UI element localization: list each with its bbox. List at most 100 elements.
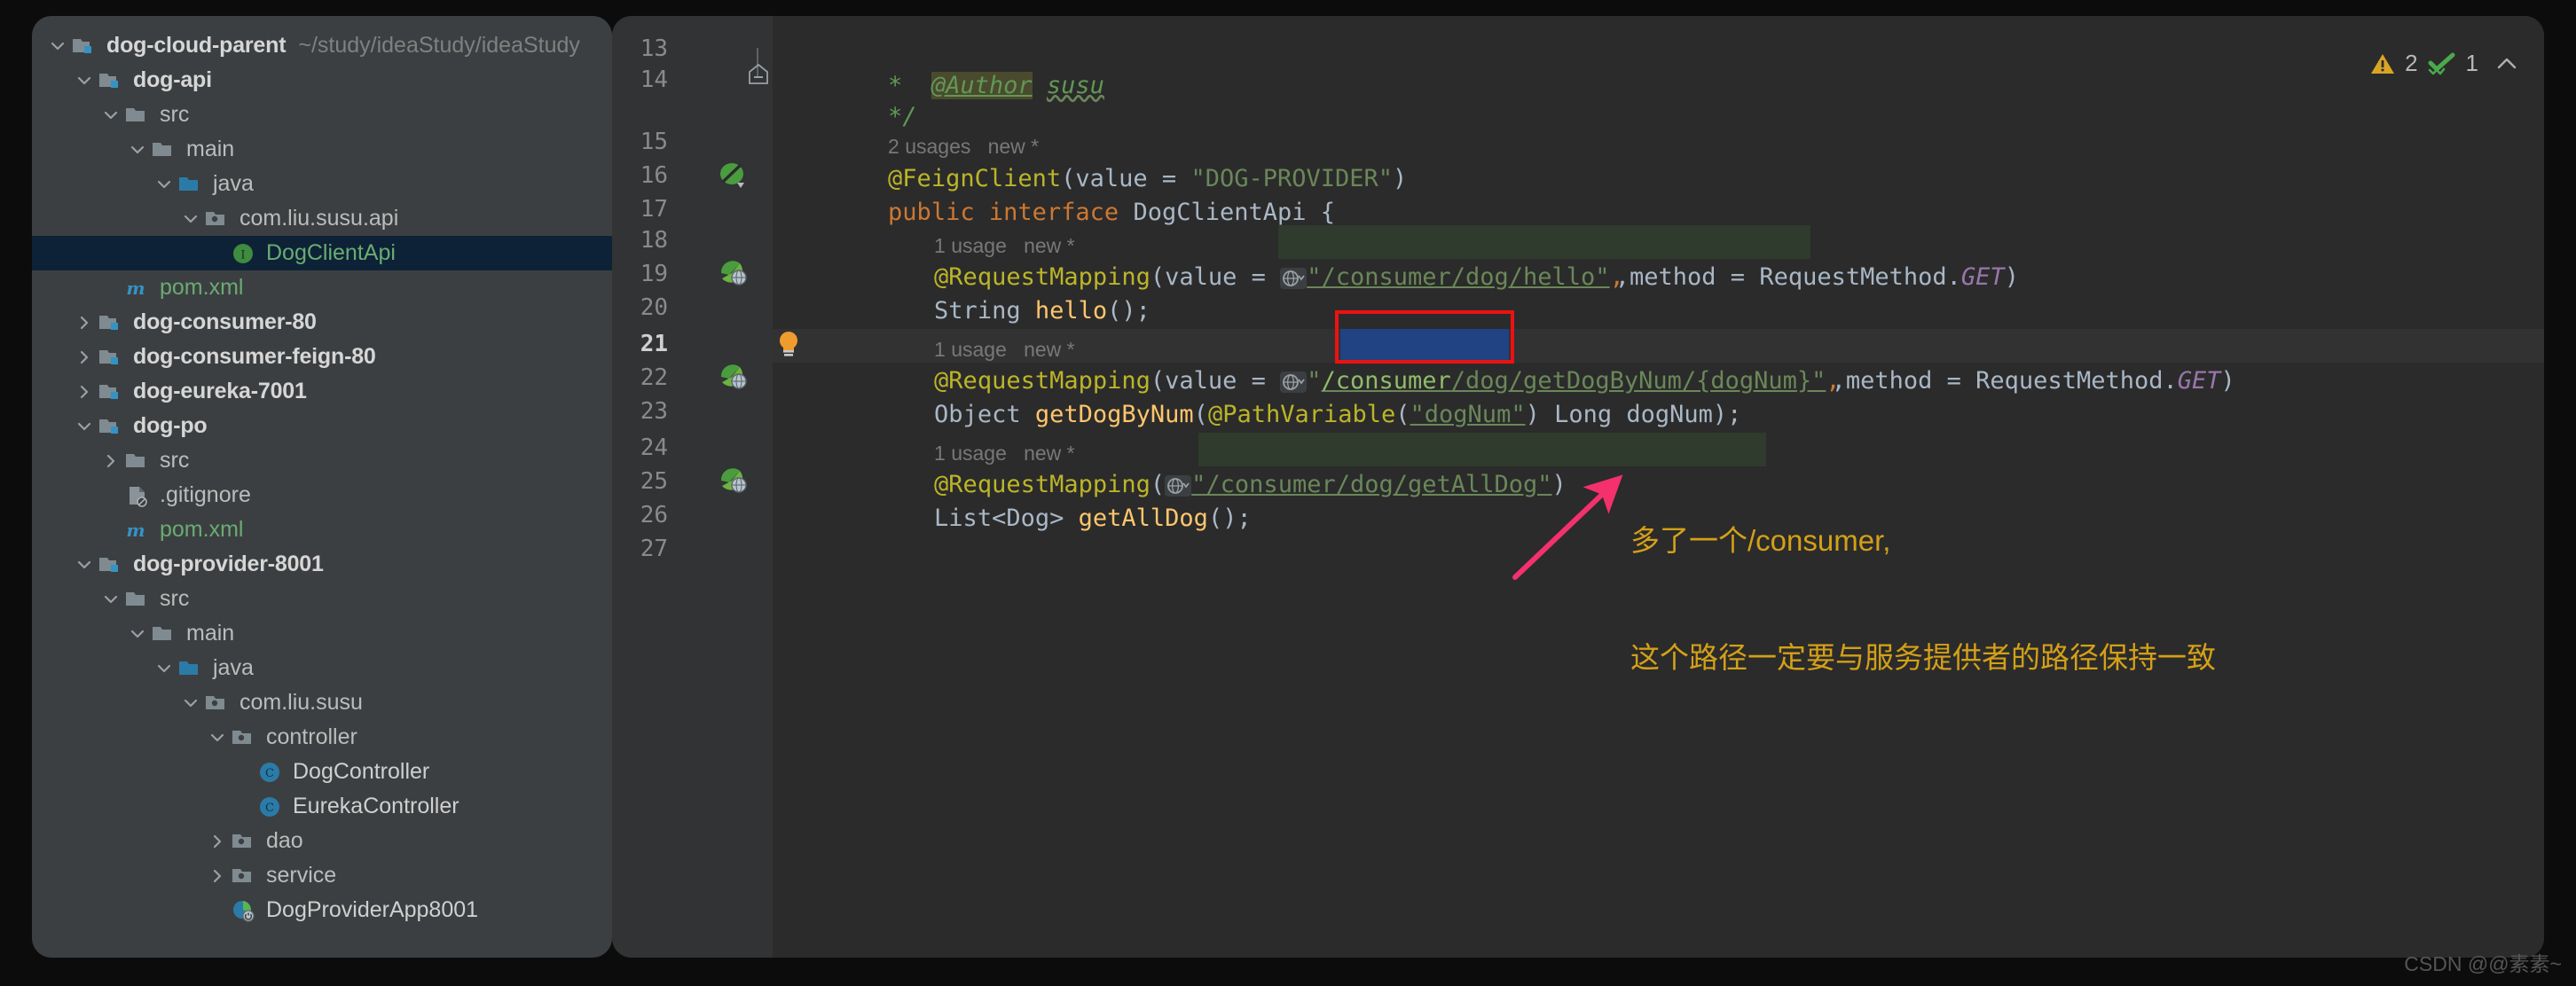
- chevron-down-icon[interactable]: [124, 140, 151, 160]
- chevron-right-icon[interactable]: [98, 451, 124, 471]
- editor-gutter[interactable]: 13 14 15 16 17 18 19 20 21 22 23 24 25 26 27: [612, 16, 773, 958]
- ide-window: dog-cloud-parent ~/study/ideaStudy/ideaS…: [0, 0, 2576, 986]
- tree-row-root[interactable]: dog-cloud-parent ~/study/ideaStudy/ideaS…: [32, 28, 612, 63]
- folder-icon: [124, 102, 154, 129]
- tree-row-java[interactable]: java: [32, 651, 612, 685]
- inspection-widget[interactable]: 2 1: [2369, 50, 2519, 77]
- chevron-down-icon[interactable]: [98, 590, 124, 609]
- gitignore-icon: [124, 482, 154, 509]
- web-endpoint-gutter-icon[interactable]: [1280, 268, 1308, 289]
- path-variable-name[interactable]: "dogNum": [1410, 401, 1526, 428]
- chevron-down-icon[interactable]: [204, 728, 231, 747]
- line-number-21[interactable]: 21: [612, 331, 668, 357]
- warning-triangle-icon[interactable]: [2369, 51, 2396, 76]
- tree-row-dogclientapi[interactable]: I DogClientApi: [32, 236, 612, 270]
- chevron-down-icon[interactable]: [151, 175, 177, 194]
- tree-row-java[interactable]: java: [32, 167, 612, 201]
- line-number-15[interactable]: 15: [612, 129, 668, 155]
- tree-row--gitignore[interactable]: .gitignore: [32, 478, 612, 513]
- rm-close-getdog: ): [2220, 367, 2235, 395]
- tree-row-com-liu-susu[interactable]: com.liu.susu: [32, 685, 612, 720]
- project-tree[interactable]: dog-cloud-parent ~/study/ideaStudy/ideaS…: [32, 16, 612, 958]
- chevron-right-icon[interactable]: [204, 832, 231, 851]
- tree-item-label: dog-consumer-feign-80: [133, 344, 376, 369]
- line-number-18[interactable]: 18: [612, 227, 668, 254]
- tree-row-main[interactable]: main: [32, 132, 612, 167]
- tree-row-dog-po[interactable]: dog-po: [32, 409, 612, 443]
- project-tool-window[interactable]: dog-cloud-parent ~/study/ideaStudy/ideaS…: [32, 16, 612, 958]
- chevron-right-icon[interactable]: [204, 866, 231, 886]
- tree-row-dog-consumer-80[interactable]: dog-consumer-80: [32, 305, 612, 340]
- request-method-get-hello: GET: [1960, 263, 2005, 291]
- method-tail-getall: ();: [1207, 505, 1252, 532]
- chevron-down-icon[interactable]: [44, 36, 71, 56]
- chevron-down-icon[interactable]: [98, 106, 124, 125]
- line-number-14[interactable]: 14: [612, 67, 668, 93]
- annotation-line-1: 多了一个/consumer,: [1630, 524, 1891, 557]
- tree-row-pom-xml[interactable]: m pom.xml: [32, 513, 612, 547]
- tree-row-service[interactable]: service: [32, 858, 612, 893]
- chevron-down-icon[interactable]: [124, 624, 151, 644]
- line-number-20[interactable]: 20: [612, 294, 668, 321]
- tree-item-label: src: [160, 448, 190, 473]
- tree-row-dog-eureka-7001[interactable]: dog-eureka-7001: [32, 374, 612, 409]
- chevron-down-icon[interactable]: [177, 209, 204, 229]
- tree-row-controller[interactable]: controller: [32, 720, 612, 755]
- chevron-right-icon[interactable]: [71, 382, 98, 402]
- tree-item-label: DogClientApi: [266, 240, 396, 265]
- chevron-down-icon[interactable]: [71, 555, 98, 575]
- tree-row-eurekacontroller[interactable]: C EurekaController: [32, 789, 612, 824]
- tree-row-dogproviderapp8001[interactable]: DogProviderApp8001: [32, 893, 612, 927]
- line-number-27[interactable]: 27: [612, 536, 668, 562]
- chevron-up-icon[interactable]: [2494, 54, 2519, 74]
- tree-row-dogcontroller[interactable]: C DogController: [32, 755, 612, 789]
- chevron-down-icon[interactable]: [151, 659, 177, 678]
- line-number-22[interactable]: 22: [612, 364, 668, 391]
- tree-item-label: dog-po: [133, 413, 208, 438]
- method-name-getall[interactable]: getAllDog: [1079, 505, 1208, 532]
- code-line-25[interactable]: List<Dog> getAllDog();: [773, 468, 1252, 569]
- line-number-13[interactable]: 13: [612, 35, 668, 62]
- line-number-26[interactable]: 26: [612, 502, 668, 528]
- spring-mapping-gutter-icon[interactable]: [717, 258, 750, 293]
- chevron-down-icon[interactable]: [177, 693, 204, 713]
- tree-item-label: controller: [266, 724, 357, 749]
- tree-row-dog-api[interactable]: dog-api: [32, 63, 612, 98]
- path-variable-annotation[interactable]: @PathVariable: [1208, 401, 1395, 428]
- tree-item-label: main: [186, 621, 235, 646]
- tree-row-pom-xml[interactable]: m pom.xml: [32, 270, 612, 305]
- spring-mapping-gutter-icon[interactable]: [717, 466, 750, 500]
- maven-icon: m: [124, 275, 154, 301]
- tree-item-label: .gitignore: [160, 482, 251, 507]
- spring-mapping-gutter-icon[interactable]: [717, 362, 750, 396]
- tree-row-com-liu-susu-api[interactable]: com.liu.susu.api: [32, 201, 612, 236]
- tree-row-src[interactable]: src: [32, 582, 612, 616]
- line-number-16[interactable]: 16: [612, 162, 668, 189]
- spring-bean-gutter-icon[interactable]: [717, 160, 750, 194]
- folder-icon: [151, 621, 181, 647]
- tree-row-main[interactable]: main: [32, 616, 612, 651]
- chevron-right-icon[interactable]: [71, 313, 98, 333]
- chevron-right-icon[interactable]: [71, 348, 98, 367]
- inspection-ok-icon[interactable]: [2427, 51, 2457, 76]
- tree-row-src[interactable]: src: [32, 443, 612, 478]
- intention-bulb-icon[interactable]: [774, 329, 804, 364]
- javadoc-author-value: susu: [1046, 72, 1104, 99]
- request-method-get-getdog: GET: [2177, 367, 2221, 395]
- chevron-down-icon[interactable]: [71, 417, 98, 436]
- line-number-25[interactable]: 25: [612, 468, 668, 495]
- interface-icon: I: [231, 240, 261, 267]
- tree-row-src[interactable]: src: [32, 98, 612, 132]
- folder-icon: [151, 137, 181, 163]
- url-hello[interactable]: "/consumer/dog/hello": [1307, 263, 1609, 291]
- tree-row-dog-consumer-feign-80[interactable]: dog-consumer-feign-80: [32, 340, 612, 374]
- line-number-19[interactable]: 19: [612, 261, 668, 287]
- code-fold-minus-icon[interactable]: [747, 62, 770, 91]
- chevron-down-icon[interactable]: [71, 71, 98, 90]
- tree-item-label: DogController: [293, 759, 430, 784]
- line-number-23[interactable]: 23: [612, 398, 668, 425]
- tree-row-dao[interactable]: dao: [32, 824, 612, 858]
- line-number-17[interactable]: 17: [612, 196, 668, 223]
- tree-row-dog-provider-8001[interactable]: dog-provider-8001: [32, 547, 612, 582]
- line-number-24[interactable]: 24: [612, 434, 668, 461]
